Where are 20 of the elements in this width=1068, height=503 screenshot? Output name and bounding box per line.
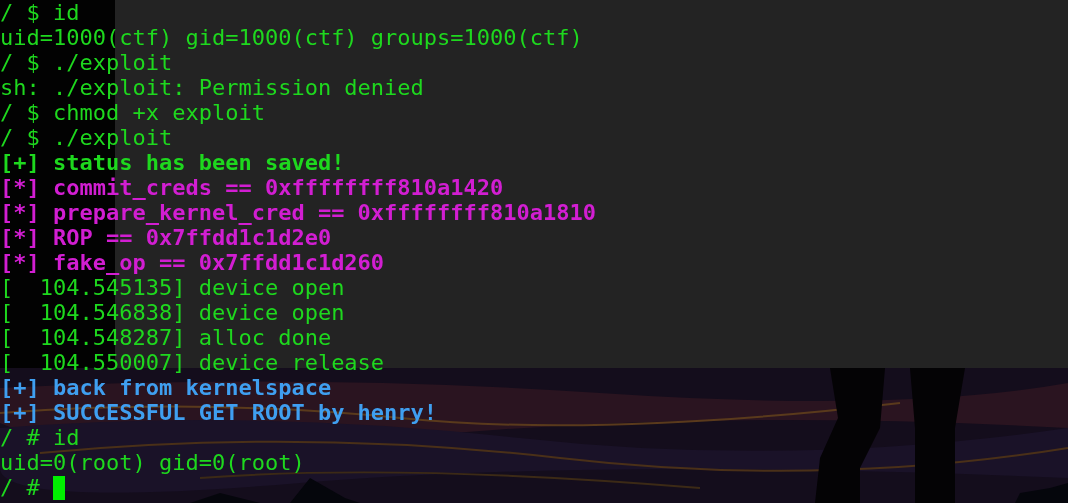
terminal-line: [*] prepare_kernel_cred == 0xffffffff810a1810: [0, 200, 597, 225]
terminal-line: [ 104.548287] alloc done: [0, 325, 332, 350]
terminal-line: [*] ROP == 0x7ffdd1c1d2e0: [0, 225, 332, 250]
terminal-line: [+] status has been saved!: [0, 150, 345, 175]
terminal-line: [+] back from kernelspace: [0, 375, 332, 400]
terminal-line: [*] fake_op == 0x7ffdd1c1d260: [0, 250, 385, 275]
terminal-line: / $ id: [0, 0, 80, 25]
terminal-line: / $ ./exploit: [0, 50, 173, 75]
terminal-line: [+] SUCCESSFUL GET ROOT by henry!: [0, 400, 438, 425]
terminal-line: [ 104.546838] device open: [0, 300, 345, 325]
terminal-line: uid=0(root) gid=0(root): [0, 450, 305, 475]
terminal-line: / $ chmod +x exploit: [0, 100, 265, 125]
terminal-line: [ 104.545135] device open: [0, 275, 345, 300]
terminal-line: [*] commit_creds == 0xffffffff810a1420: [0, 175, 504, 200]
terminal-line: uid=1000(ctf) gid=1000(ctf) groups=1000(ctf): [0, 25, 583, 50]
terminal-line: / $ ./exploit: [0, 125, 173, 150]
terminal-line: [ 104.550007] device release: [0, 350, 385, 375]
terminal-line: sh: ./exploit: Permission denied: [0, 75, 424, 100]
terminal-line: / # id: [0, 425, 80, 450]
shell-prompt: / #: [0, 475, 40, 500]
